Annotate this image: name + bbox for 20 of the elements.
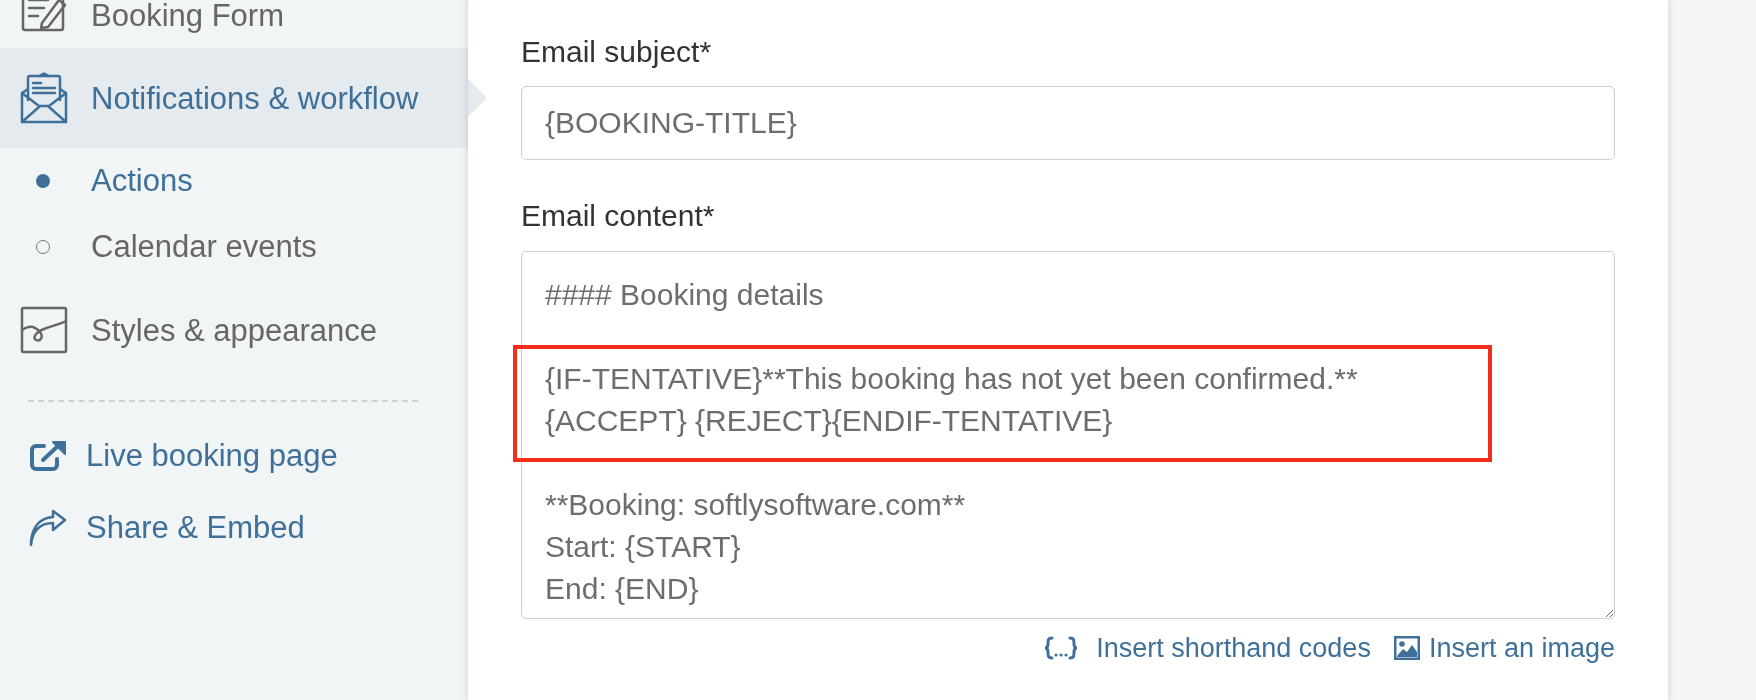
- share-arrow-icon: [29, 509, 67, 547]
- external-link-icon: [29, 440, 67, 472]
- sidebar-item[interactable]: Notifications & workflow: [0, 48, 468, 148]
- image-icon: [1393, 636, 1420, 660]
- email-subject-field[interactable]: {BOOKING-TITLE}: [521, 86, 1615, 160]
- pointer-arrow-icon: [468, 79, 487, 117]
- envelope-letter-icon: [20, 72, 68, 124]
- sidebar-link[interactable]: Live booking page: [0, 420, 338, 492]
- field-label: Email subject*: [521, 34, 712, 70]
- frame-curve-icon: [20, 306, 68, 354]
- sidebar-subitem[interactable]: Actions: [0, 148, 468, 214]
- insert-link[interactable]: Insert shorthand codes: [1043, 631, 1371, 665]
- insert-link[interactable]: Insert an image: [1393, 631, 1615, 665]
- sidebar-item[interactable]: Booking Form: [0, 0, 468, 48]
- sidebar-link[interactable]: Share & Embed: [0, 492, 305, 564]
- field-label: Email content*: [521, 198, 715, 234]
- braces-icon: [1043, 636, 1080, 660]
- email-content-field[interactable]: #### Booking details {IF-TENTATIVE}**This booking has not yet been confirmed.** {ACCEPT} {REJECT}{ENDIF-TENTATIVE} **Booking: softlysoftware.com** Start: {START} End: {END}: [521, 251, 1615, 619]
- sidebar-subitem[interactable]: Calendar events: [0, 214, 468, 280]
- sidebar-item[interactable]: Styles & appearance: [0, 280, 468, 380]
